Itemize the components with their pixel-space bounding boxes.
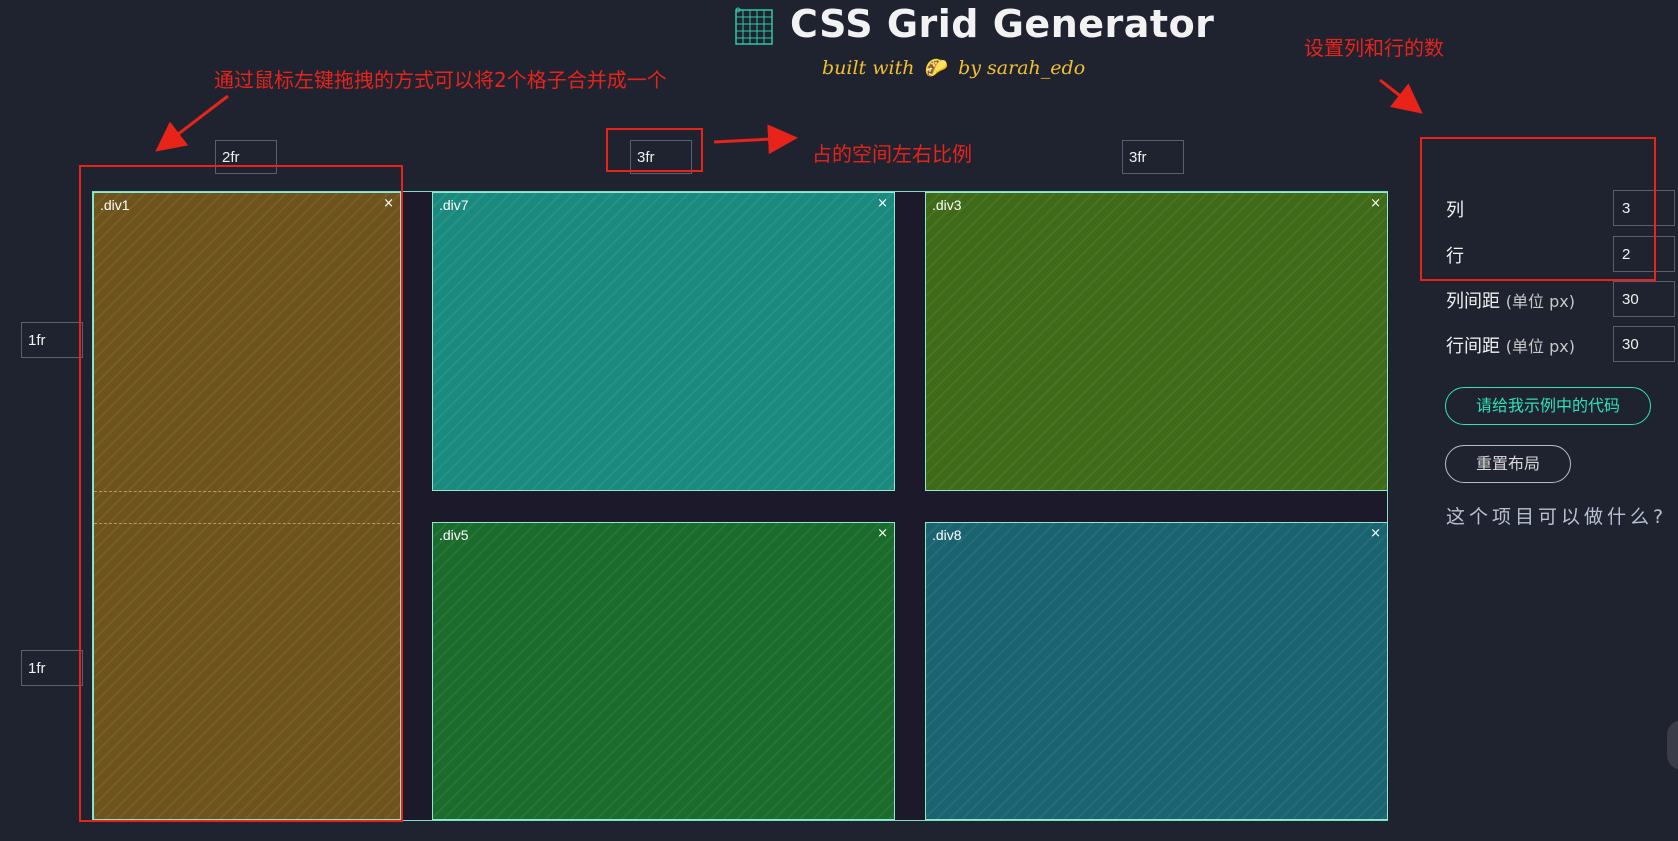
arrow-to-merge-icon — [155, 94, 229, 152]
arrow-to-count-icon — [1379, 78, 1423, 114]
annotation-arrows — [155, 78, 1423, 155]
arrow-to-ratio-icon — [713, 124, 798, 155]
